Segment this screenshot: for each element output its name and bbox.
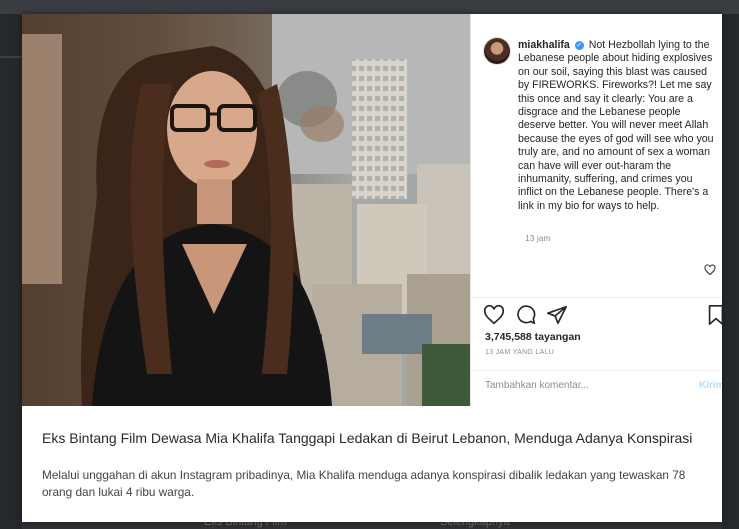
article-summary: Melalui unggahan di akun Instagram priba… [42, 468, 686, 499]
verified-badge-icon: ✓ [574, 40, 584, 50]
article-headline[interactable]: Eks Bintang Film Dewasa Mia Khalifa Tang… [42, 430, 712, 446]
left-gutter [0, 14, 22, 529]
bookmark-icon[interactable] [705, 304, 722, 326]
instagram-post-panel: miakhalifa ✓ Not Hezbollah lying to the … [470, 14, 722, 406]
post-caption: miakhalifa ✓ Not Hezbollah lying to the … [518, 39, 718, 213]
username-link[interactable]: miakhalifa [518, 39, 570, 51]
share-icon[interactable] [546, 304, 568, 326]
divider [471, 297, 722, 298]
divider [471, 370, 722, 371]
right-gutter [722, 14, 739, 529]
comment-input[interactable]: Tambahkan komentar... [485, 380, 589, 391]
caption-text: Not Hezbollah lying to the Lebanese peop… [518, 39, 714, 212]
caption-time: 13 jam [525, 233, 551, 243]
heart-icon[interactable] [704, 264, 716, 276]
avatar[interactable] [484, 38, 510, 64]
photo-illustration [22, 14, 470, 406]
post-timestamp: 13 JAM YANG LALU [485, 349, 555, 356]
post-comment-button[interactable]: Kirim [699, 380, 722, 391]
left-gutter-line [0, 56, 22, 58]
heart-icon[interactable] [483, 304, 505, 326]
views-count: 3,745,588 tayangan [485, 331, 581, 343]
top-bar [0, 0, 739, 14]
article-card[interactable]: miakhalifa ✓ Not Hezbollah lying to the … [22, 14, 722, 522]
article-photo [22, 14, 470, 406]
comment-icon[interactable] [515, 304, 537, 326]
